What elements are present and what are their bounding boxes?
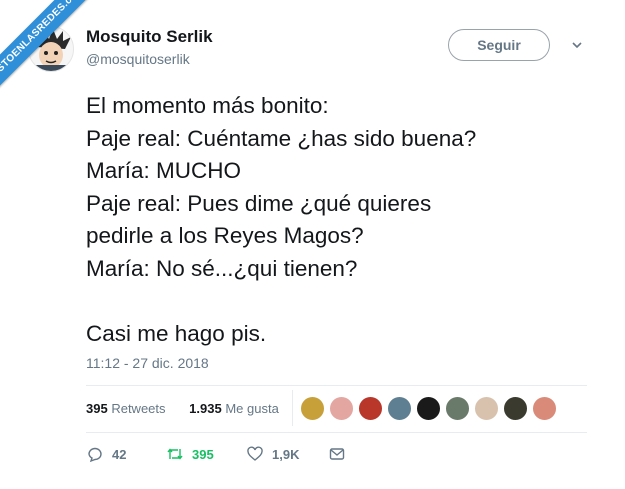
divider	[86, 432, 587, 433]
retweets-stat-label: Retweets	[111, 401, 166, 416]
liker-avatar[interactable]	[300, 396, 325, 421]
message-action[interactable]	[328, 445, 346, 463]
follow-button[interactable]: Seguir	[448, 29, 550, 61]
liker-avatar[interactable]	[474, 396, 499, 421]
like-count: 1,9K	[272, 446, 300, 462]
tweet-line: El momento más bonito:	[86, 93, 329, 118]
reply-icon	[88, 447, 102, 463]
envelope-icon	[329, 448, 345, 460]
retweet-action[interactable]: 395	[166, 445, 214, 463]
stats-separator	[292, 390, 293, 426]
likes-stat-count: 1.935	[189, 401, 222, 416]
liker-avatar[interactable]	[416, 396, 441, 421]
tweet-line: Casi me hago pis.	[86, 320, 267, 346]
tweet-line: María: No sé...¿qui tienen?	[86, 255, 358, 281]
tweet-timestamp[interactable]: 11:12 - 27 dic. 2018	[86, 355, 209, 371]
tweet-stats: 395 Retweets 1.935 Me gusta	[86, 401, 299, 416]
liker-avatar[interactable]	[387, 396, 412, 421]
liker-avatar[interactable]	[329, 396, 354, 421]
reply-action[interactable]: 42	[86, 445, 126, 463]
tweet-text: El momento más bonito: Paje real: Cuénta…	[86, 90, 476, 350]
liker-avatar[interactable]	[532, 396, 557, 421]
liker-avatar[interactable]	[358, 396, 383, 421]
like-action[interactable]: 1,9K	[246, 445, 299, 463]
divider	[86, 385, 587, 386]
tweet-line: pedirle a los Reyes Magos?	[86, 223, 364, 248]
chevron-down-icon[interactable]	[570, 38, 584, 52]
watermark-ribbon: VISTOENLASREDES.com	[0, 0, 110, 110]
likes-stat-label: Me gusta	[225, 401, 279, 416]
liker-avatar[interactable]	[445, 396, 470, 421]
liker-avatar[interactable]	[503, 396, 528, 421]
tweet-line: Paje real: Cuéntame ¿has sido buena?	[86, 125, 477, 151]
likes-stat[interactable]: 1.935 Me gusta	[189, 401, 289, 416]
tweet-line: María: MUCHO	[86, 158, 242, 183]
watermark-text: VISTOENLASREDES.com	[0, 0, 98, 94]
retweets-stat[interactable]: 395 Retweets	[86, 401, 176, 416]
reply-count: 42	[112, 446, 127, 462]
retweet-icon	[167, 448, 183, 460]
heart-icon	[247, 446, 263, 461]
retweets-stat-count: 395	[86, 401, 108, 416]
retweet-count: 395	[192, 446, 214, 462]
tweet-line: Paje real: Pues dime ¿qué quieres	[86, 190, 432, 216]
